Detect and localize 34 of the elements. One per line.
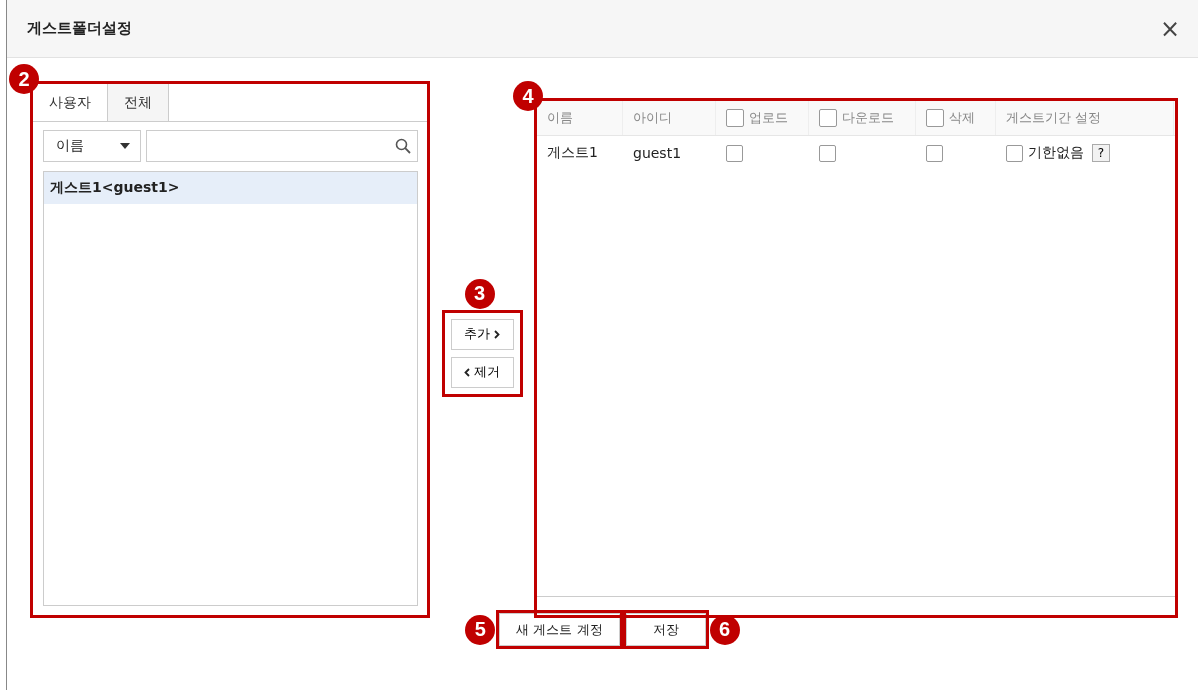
field-dropdown[interactable]: 이름	[43, 130, 141, 162]
caret-icon	[120, 143, 130, 149]
callout-badge: 5	[465, 614, 496, 645]
remove-button[interactable]: 제거	[450, 356, 514, 388]
callout-badge: 2	[9, 64, 39, 94]
table-cell: 게스트1	[547, 144, 598, 162]
checkbox[interactable]	[1006, 144, 1023, 162]
column-header: 게스트기간 설정	[1006, 109, 1102, 127]
add-button[interactable]: 추가	[450, 318, 514, 350]
column-header: 아이디	[633, 109, 672, 127]
search-icon	[395, 138, 411, 154]
column-header: 이름	[547, 109, 573, 127]
dialog-title: 게스트폴더설정	[27, 19, 132, 38]
chevron-right-icon	[494, 329, 500, 339]
search-field[interactable]	[146, 130, 418, 162]
chevron-left-icon	[464, 367, 470, 377]
checkbox[interactable]	[926, 144, 943, 162]
column-header: 업로드	[749, 109, 788, 127]
callout-badge: 4	[513, 81, 543, 111]
checkbox[interactable]	[819, 144, 836, 162]
table-cell: guest1	[633, 145, 682, 161]
close-button[interactable]: ×	[1155, 14, 1184, 43]
checkbox[interactable]	[726, 144, 743, 162]
checkbox-label: 기한없음	[1028, 144, 1084, 162]
checkbox[interactable]	[819, 109, 837, 127]
footer-button[interactable]: 새 게스트 계정	[499, 613, 620, 646]
column-header: 삭제	[949, 109, 975, 127]
user-list-item[interactable]: 게스트1<guest1>	[44, 172, 417, 204]
tab[interactable]: 전체	[107, 84, 169, 121]
checkbox[interactable]	[926, 109, 944, 127]
column-header: 다운로드	[842, 109, 894, 127]
checkbox[interactable]	[726, 109, 744, 127]
callout-badge: 3	[464, 278, 495, 309]
help-button[interactable]: ?	[1092, 144, 1110, 162]
